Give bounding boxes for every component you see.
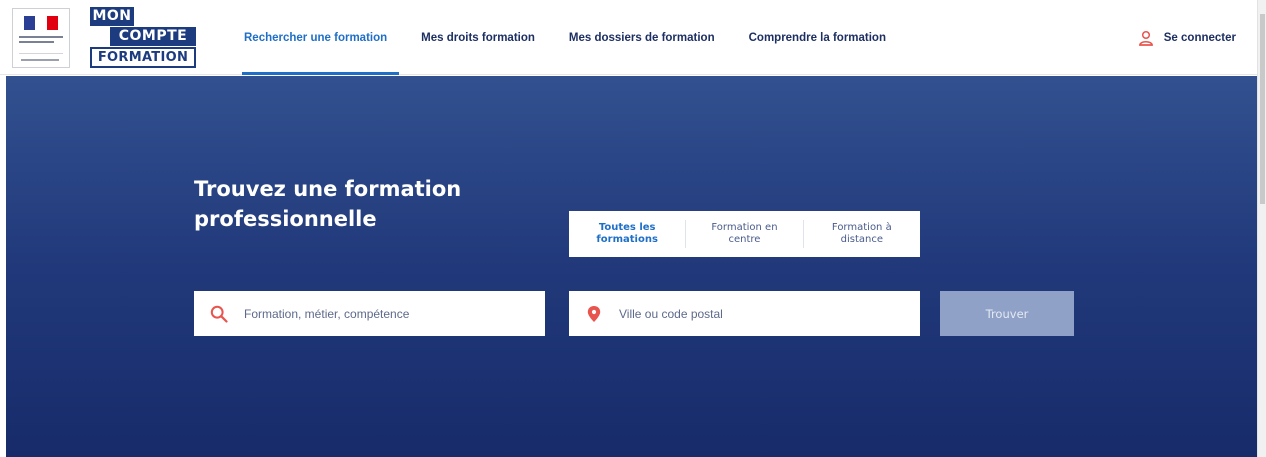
tab-toutes-les-formations[interactable]: Toutes les formations bbox=[569, 211, 685, 257]
formation-type-tabs: Toutes les formations Formation en centre … bbox=[569, 211, 920, 257]
user-icon bbox=[1138, 30, 1153, 46]
nav-item-mes-dossiers-de-formation[interactable]: Mes dossiers de formation bbox=[557, 0, 727, 75]
login-label: Se connecter bbox=[1163, 31, 1236, 44]
government-logo[interactable] bbox=[12, 8, 70, 68]
hero-title-line-2: professionnelle bbox=[194, 207, 377, 231]
location-pin-icon bbox=[587, 305, 601, 322]
search-hero: Trouvez une formation professionnelle To… bbox=[6, 76, 1257, 457]
brand-logo-line-2: COMPTE bbox=[110, 27, 196, 46]
brand-logo[interactable]: MON COMPTE FORMATION bbox=[90, 7, 196, 68]
tab-formation-a-distance[interactable]: Formation à distance bbox=[804, 211, 920, 257]
brand-logo-line-1: MON bbox=[90, 7, 134, 26]
main-nav: Rechercher une formation Mes droits form… bbox=[232, 0, 908, 75]
search-button[interactable]: Trouver bbox=[940, 291, 1074, 336]
search-input[interactable] bbox=[244, 306, 524, 321]
scrollbar[interactable] bbox=[1257, 0, 1266, 457]
tab-formation-en-centre[interactable]: Formation en centre bbox=[686, 211, 802, 257]
hero-title: Trouvez une formation professionnelle bbox=[194, 174, 534, 234]
nav-item-mes-droits-formation[interactable]: Mes droits formation bbox=[409, 0, 547, 75]
nav-item-comprendre-la-formation[interactable]: Comprendre la formation bbox=[737, 0, 898, 75]
hero-title-line-1: Trouvez une formation bbox=[194, 177, 462, 201]
page: MON COMPTE FORMATION Rechercher une form… bbox=[0, 0, 1266, 457]
scrollbar-thumb[interactable] bbox=[1260, 14, 1265, 204]
login-link[interactable]: Se connecter bbox=[1138, 0, 1236, 75]
search-icon bbox=[210, 305, 228, 323]
location-input[interactable] bbox=[619, 306, 899, 321]
search-field bbox=[194, 291, 545, 336]
site-header: MON COMPTE FORMATION Rechercher une form… bbox=[0, 0, 1266, 75]
location-field bbox=[569, 291, 920, 336]
nav-item-rechercher-une-formation[interactable]: Rechercher une formation bbox=[232, 0, 400, 75]
french-flag-icon bbox=[24, 16, 58, 30]
brand-logo-line-3: FORMATION bbox=[90, 47, 196, 68]
